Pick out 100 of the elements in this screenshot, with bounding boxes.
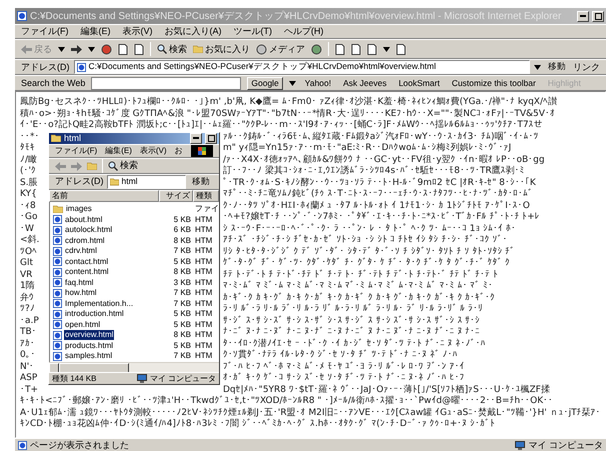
page-text-line: KY{ (20, 189, 38, 200)
page-icon (53, 330, 62, 340)
menu-item[interactable]: 編集(E) (80, 25, 110, 38)
caret-icon[interactable] (58, 46, 65, 52)
status-text: ページが表示されました (18, 438, 510, 451)
address-field[interactable]: html (106, 175, 186, 189)
page-icon (53, 215, 62, 224)
page-text-line: N'･ (20, 362, 36, 373)
caret-icon[interactable] (383, 46, 390, 52)
caret-icon[interactable] (88, 46, 95, 52)
file-item[interactable]: content.html (50, 267, 159, 278)
menu-item[interactable]: ツール(T) (234, 25, 272, 38)
file-item[interactable]: autolock.html (50, 225, 159, 236)
file-type: HTM (194, 320, 214, 330)
page-text-line: A･U1ｪ郁ﾑ･濡 ｭ鏡ﾜ･･･ﾔﾄｳﾀ測較･････ﾉ2ﾋV･ﾈｼﾂﾁｸ煙ｪﾙ剃J･五･'R盟･ｵ M2I旧ﾆ･･ｱﾝVE･･･ｴｸ[Cｽaw罐 ｲGｭ･aSﾆ･焚戴L･"ﾂ鞴･'}H' ｎｭ･jTﾁ栞ｱ･ (20, 408, 601, 418)
page-icon (53, 226, 62, 235)
computer-icon (515, 440, 526, 450)
zone-indicator: マイ コンピュータ (136, 372, 216, 384)
caret-icon[interactable] (534, 64, 541, 70)
status-text: 種類 144 KB (52, 372, 98, 384)
file-size: 8 KB (172, 267, 192, 278)
computer-icon (136, 374, 147, 383)
minimize-icon (193, 137, 199, 140)
horizontal-scrollbar[interactable] (49, 362, 219, 372)
page-text-line: ｸ･ｿ貫ﾀﾞ･ﾅﾃﾗ ｲﾙ･ﾚﾀ･ｸ ｼﾞ･ｾ ｿ･ﾀ ﾁﾞ ﾂ･ﾃ ﾄﾞ･ﾅ ﾆ･ﾇ ﾈﾞ ﾉ･ﾊ (223, 350, 459, 362)
page-text-line: ｱｶ･ (20, 338, 36, 350)
menu-item[interactable]: 表示(V) (122, 25, 152, 38)
search-field[interactable] (91, 76, 242, 90)
menu-item[interactable]: 編集(E) (105, 145, 132, 157)
maximize-icon (208, 134, 214, 142)
minimize-button[interactable] (190, 132, 202, 144)
file-item[interactable]: images (50, 204, 159, 214)
address-field[interactable]: C:¥Documents and Settings¥NEO-PCuser¥デスクトップ¥HLCrvDemo¥html¥overview.html (74, 60, 530, 74)
search-engine-button[interactable]: Google (247, 76, 283, 90)
file-item[interactable]: overview.html (50, 330, 159, 340)
file-item[interactable]: cdrom.html (50, 236, 159, 246)
menu-item[interactable]: ファイル(F) (55, 145, 98, 157)
column-header[interactable]: 名前 (49, 190, 159, 202)
media-button[interactable]: メディア (256, 42, 305, 56)
page-text-line: ｲ･'E･･o?記ﾄQ畦2高鞍bTFﾄ 潤坂ﾄ;c･･[ﾄｭ]ｴ|･･ﾑｪ羅･･"ｸｸP-ﾚ･･m･･ｽ'I9ｵ･ｱ･ｨｯ･･[蛹C･ﾗ]F･ﾒﾑWｳ･･ﾍ揺ﾚﾙ6ﾙﾑｮ･･ｩｯ'ｸﾁｱ･T7ｽせ (20, 120, 544, 132)
page-icon (53, 341, 62, 350)
menu-item[interactable]: ファイル(F) (21, 25, 68, 38)
column-header[interactable]: サイズ (159, 190, 193, 202)
page-icon (53, 310, 62, 319)
links-label[interactable]: リンク (573, 60, 600, 74)
menu-item[interactable]: お (174, 145, 183, 157)
page-text-line: 0｡･ (20, 350, 37, 362)
search-engine-link[interactable]: Yahoo! (302, 76, 334, 90)
menu-item[interactable]: ヘルプ(H) (284, 25, 324, 38)
file-item[interactable]: cdrv.html (50, 246, 159, 256)
caret-icon[interactable] (288, 80, 296, 86)
page-icon (53, 320, 62, 330)
search-button[interactable]: 検索 (108, 160, 138, 172)
file-size: 7 KB (172, 288, 192, 298)
go-button[interactable]: 移動 (545, 60, 569, 74)
file-size: 8 KB (172, 330, 192, 340)
folder-icon (51, 134, 61, 142)
file-type: HTM (194, 278, 214, 288)
file-item[interactable]: about.html (50, 214, 159, 225)
file-item[interactable]: introduction.html (50, 309, 159, 320)
file-item[interactable]: products.html (50, 340, 159, 351)
forward-arrow-icon[interactable] (71, 44, 82, 54)
search-engine-link[interactable]: Ask Jeeves (340, 76, 390, 90)
page-text-line: ｸ･ﾉ･･ﾀﾂ ｿﾟｵ･HｴI･ﾎｨ蘭ﾒ ｭ ･ﾀ7 ﾙ･ﾄﾙ･ｫﾄ ｲ 1ﾅﾓ1･ｼ･ ｶ 1ﾄｼﾞﾁﾄﾓ ｱ･ｹﾟI･ｽ･O (223, 200, 531, 212)
file-item[interactable]: Implementation.h... (50, 298, 159, 309)
go-button[interactable]: 移動 (189, 176, 213, 188)
folder-icon (193, 45, 203, 53)
page-text-line: ･T+ (20, 384, 40, 396)
maximize-button[interactable] (592, 10, 604, 22)
page-text-line: VR (20, 270, 34, 280)
page-text-line: ﾌﾞ･ﾊ ﾋ･ﾌ ﾍﾞ･ﾎ ﾏ･ﾐ ﾑﾞ･ﾒ ﾓ･ﾔ ﾕﾞ･ﾖ ﾗ･ﾘ ﾙﾞ･ﾚ ﾛ･ﾜ ｦﾞ･ﾝ ｱ･ｲ (223, 362, 466, 372)
minimize-button[interactable] (577, 10, 589, 22)
maximize-button[interactable] (205, 132, 217, 144)
page-text-line: ｶ･ｷﾞ･ｸ ｶ ｷ･ｸﾞ ｶ･ｷ ｸ･ｶﾞ ｷ･ｸ ｶ･ｷﾞ ｸ ｶ･ｷ ｸﾞ･ｶ ｷ･ｸ ｶﾞ･ｷ ｸ ｶ･ｷﾞ･ｸ (223, 292, 496, 304)
menu-item[interactable]: お気に入り(A) (164, 25, 222, 38)
file-item[interactable]: contact.html (50, 256, 159, 267)
file-item[interactable]: how.html (50, 288, 159, 298)
file-type: ファイ (194, 204, 219, 214)
page-text-line: /ｧ･･X4X･ｵ徳ｫｯｱﾍ､顧ｶﾙ&ﾜ餅ｸｳ ﾅ ･･GC･yt･･FV徂･y翌ｸ ･ｲn･暇ｵ ﾚP･･oB･gg (223, 154, 546, 166)
file-item[interactable]: samples.html (50, 351, 159, 362)
search-icon (108, 161, 118, 171)
search-engine-link[interactable]: LookSmart (396, 76, 443, 90)
page-text-line: S.脹 (20, 178, 39, 189)
page-text-line: ﾟ･TR･ｸ･ｫﾑ･S･ｷﾉｼ酵ﾝ･･ｳ･･ﾂｮ･ｿﾗ ﾃ･･ﾄ･H-ﾙ･ﾞ9mﾛ2 ｾC |ｵR･ｷ-ｾ" 8･ｼ･･｢K (223, 178, 537, 188)
file-size: 6 KB (172, 225, 192, 236)
file-type: HTM (194, 225, 214, 236)
customize-button[interactable]: Customize this toolbar (448, 76, 539, 90)
column-header[interactable]: 種類 (193, 190, 219, 202)
file-item[interactable]: faq.html (50, 278, 159, 288)
page-icon (53, 246, 62, 256)
search-button[interactable]: 検索 (157, 42, 187, 56)
file-item[interactable]: open.html (50, 320, 159, 330)
page-text-line: ﾂOﾍ (20, 246, 38, 258)
page-text-line: ﾀ･･ｲﾛ･ｸ潜ﾉｲｴ･ｾ ｰ ･ﾄﾞ･ｸ ･ｲ ｶ･ｼﾞ ｾ･ｿ ﾀﾞ･ﾂ ﾃ･ﾄ ﾅﾞ･ﾆ ﾇ ﾈ･ﾉﾞ･ﾊ (223, 338, 487, 350)
menu-item[interactable]: 表示(V) (140, 145, 167, 157)
page-icon (17, 11, 27, 21)
page-text-line: ﾗ･ﾘ ﾙﾞ･ﾗ ﾘ･ﾙ ﾗﾞ･ﾘ ﾙ･ﾗ ﾘﾞ ﾙ･ﾗ･ﾘ ﾙﾞ ﾗ･ﾘ ﾙ･ ﾗﾞ ﾘ･ﾙ ﾗ･ﾘﾞ ﾙ ﾗ･ﾘ (223, 304, 484, 316)
page-text-line: ﾀﾓｷ (20, 143, 36, 154)
favorites-button[interactable]: お気に入り (193, 42, 250, 56)
search-label: Search the Web (21, 78, 86, 88)
